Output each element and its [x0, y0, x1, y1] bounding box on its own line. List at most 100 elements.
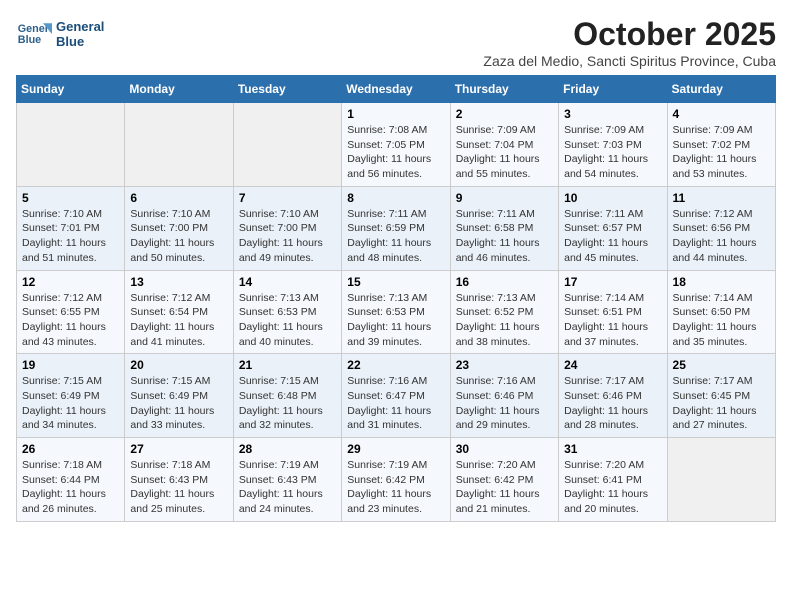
day-info: Sunrise: 7:19 AM Sunset: 6:43 PM Dayligh…: [239, 458, 336, 517]
day-number: 31: [564, 442, 661, 456]
day-info: Sunrise: 7:13 AM Sunset: 6:52 PM Dayligh…: [456, 291, 553, 350]
calendar-cell: 5 Sunrise: 7:10 AM Sunset: 7:01 PM Daylig…: [17, 186, 125, 270]
calendar-cell: 18 Sunrise: 7:14 AM Sunset: 6:50 PM Dayli…: [667, 270, 775, 354]
weekday-header-sunday: Sunday: [17, 76, 125, 103]
logo-text-blue: Blue: [56, 34, 84, 49]
calendar-cell: 27 Sunrise: 7:18 AM Sunset: 6:43 PM Dayli…: [125, 438, 233, 522]
day-number: 9: [456, 191, 553, 205]
calendar-cell: 1 Sunrise: 7:08 AM Sunset: 7:05 PM Daylig…: [342, 103, 450, 187]
day-number: 1: [347, 107, 444, 121]
day-info: Sunrise: 7:11 AM Sunset: 6:58 PM Dayligh…: [456, 207, 553, 266]
calendar-cell: [233, 103, 341, 187]
day-number: 5: [22, 191, 119, 205]
day-info: Sunrise: 7:17 AM Sunset: 6:45 PM Dayligh…: [673, 374, 770, 433]
header: General Blue General Blue October 2025 Z…: [16, 16, 776, 69]
day-info: Sunrise: 7:17 AM Sunset: 6:46 PM Dayligh…: [564, 374, 661, 433]
day-info: Sunrise: 7:12 AM Sunset: 6:55 PM Dayligh…: [22, 291, 119, 350]
calendar-cell: 12 Sunrise: 7:12 AM Sunset: 6:55 PM Dayli…: [17, 270, 125, 354]
calendar-table: SundayMondayTuesdayWednesdayThursdayFrid…: [16, 75, 776, 522]
title-area: October 2025 Zaza del Medio, Sancti Spir…: [483, 16, 776, 69]
day-info: Sunrise: 7:09 AM Sunset: 7:02 PM Dayligh…: [673, 123, 770, 182]
calendar-cell: 21Sunrise: 7:15 AM Sunset: 6:48 PM Dayli…: [233, 354, 341, 438]
month-title: October 2025: [483, 16, 776, 53]
calendar-cell: 10Sunrise: 7:11 AM Sunset: 6:57 PM Dayli…: [559, 186, 667, 270]
weekday-header-wednesday: Wednesday: [342, 76, 450, 103]
calendar-cell: 23Sunrise: 7:16 AM Sunset: 6:46 PM Dayli…: [450, 354, 558, 438]
week-row-1: 1 Sunrise: 7:08 AM Sunset: 7:05 PM Daylig…: [17, 103, 776, 187]
day-number: 22: [347, 358, 444, 372]
day-number: 17: [564, 275, 661, 289]
calendar-cell: 8 Sunrise: 7:11 AM Sunset: 6:59 PM Daylig…: [342, 186, 450, 270]
calendar-cell: 25Sunrise: 7:17 AM Sunset: 6:45 PM Dayli…: [667, 354, 775, 438]
calendar-header: SundayMondayTuesdayWednesdayThursdayFrid…: [17, 76, 776, 103]
weekday-header-row: SundayMondayTuesdayWednesdayThursdayFrid…: [17, 76, 776, 103]
calendar-cell: 2Sunrise: 7:09 AM Sunset: 7:04 PM Daylig…: [450, 103, 558, 187]
day-number: 13: [130, 275, 227, 289]
day-number: 6: [130, 191, 227, 205]
calendar-cell: 31 Sunrise: 7:20 AM Sunset: 6:41 PM Dayli…: [559, 438, 667, 522]
day-info: Sunrise: 7:09 AM Sunset: 7:03 PM Dayligh…: [564, 123, 661, 182]
day-number: 30: [456, 442, 553, 456]
day-info: Sunrise: 7:12 AM Sunset: 6:56 PM Dayligh…: [673, 207, 770, 266]
day-info: Sunrise: 7:12 AM Sunset: 6:54 PM Dayligh…: [130, 291, 227, 350]
day-number: 15: [347, 275, 444, 289]
day-number: 20: [130, 358, 227, 372]
calendar-cell: 3Sunrise: 7:09 AM Sunset: 7:03 PM Daylig…: [559, 103, 667, 187]
calendar-cell: 20 Sunrise: 7:15 AM Sunset: 6:49 PM Dayli…: [125, 354, 233, 438]
day-info: Sunrise: 7:11 AM Sunset: 6:57 PM Dayligh…: [564, 207, 661, 266]
weekday-header-monday: Monday: [125, 76, 233, 103]
day-number: 18: [673, 275, 770, 289]
day-number: 14: [239, 275, 336, 289]
day-number: 12: [22, 275, 119, 289]
day-info: Sunrise: 7:08 AM Sunset: 7:05 PM Dayligh…: [347, 123, 444, 182]
day-info: Sunrise: 7:14 AM Sunset: 6:50 PM Dayligh…: [673, 291, 770, 350]
day-info: Sunrise: 7:18 AM Sunset: 6:44 PM Dayligh…: [22, 458, 119, 517]
calendar-cell: 22 Sunrise: 7:16 AM Sunset: 6:47 PM Dayli…: [342, 354, 450, 438]
logo-text-general: General: [56, 19, 104, 34]
calendar-cell: 15 Sunrise: 7:13 AM Sunset: 6:53 PM Dayli…: [342, 270, 450, 354]
day-info: Sunrise: 7:10 AM Sunset: 7:01 PM Dayligh…: [22, 207, 119, 266]
day-number: 26: [22, 442, 119, 456]
calendar-cell: 13 Sunrise: 7:12 AM Sunset: 6:54 PM Dayli…: [125, 270, 233, 354]
svg-text:Blue: Blue: [18, 34, 41, 46]
logo-icon: General Blue: [16, 16, 52, 52]
calendar-cell: 6 Sunrise: 7:10 AM Sunset: 7:00 PM Daylig…: [125, 186, 233, 270]
calendar-cell: [125, 103, 233, 187]
day-info: Sunrise: 7:20 AM Sunset: 6:42 PM Dayligh…: [456, 458, 553, 517]
logo: General Blue General Blue: [16, 16, 104, 52]
day-info: Sunrise: 7:13 AM Sunset: 6:53 PM Dayligh…: [347, 291, 444, 350]
weekday-header-tuesday: Tuesday: [233, 76, 341, 103]
calendar-cell: 14 Sunrise: 7:13 AM Sunset: 6:53 PM Dayli…: [233, 270, 341, 354]
calendar-body: 1 Sunrise: 7:08 AM Sunset: 7:05 PM Daylig…: [17, 103, 776, 522]
weekday-header-saturday: Saturday: [667, 76, 775, 103]
day-info: Sunrise: 7:10 AM Sunset: 7:00 PM Dayligh…: [130, 207, 227, 266]
day-info: Sunrise: 7:14 AM Sunset: 6:51 PM Dayligh…: [564, 291, 661, 350]
calendar-cell: 17 Sunrise: 7:14 AM Sunset: 6:51 PM Dayli…: [559, 270, 667, 354]
day-number: 27: [130, 442, 227, 456]
day-number: 24: [564, 358, 661, 372]
day-info: Sunrise: 7:13 AM Sunset: 6:53 PM Dayligh…: [239, 291, 336, 350]
day-number: 7: [239, 191, 336, 205]
day-number: 29: [347, 442, 444, 456]
day-info: Sunrise: 7:20 AM Sunset: 6:41 PM Dayligh…: [564, 458, 661, 517]
day-number: 11: [673, 191, 770, 205]
calendar-cell: 4Sunrise: 7:09 AM Sunset: 7:02 PM Daylig…: [667, 103, 775, 187]
week-row-5: 26 Sunrise: 7:18 AM Sunset: 6:44 PM Dayli…: [17, 438, 776, 522]
week-row-3: 12 Sunrise: 7:12 AM Sunset: 6:55 PM Dayli…: [17, 270, 776, 354]
day-info: Sunrise: 7:11 AM Sunset: 6:59 PM Dayligh…: [347, 207, 444, 266]
day-info: Sunrise: 7:15 AM Sunset: 6:49 PM Dayligh…: [22, 374, 119, 433]
calendar-cell: 9 Sunrise: 7:11 AM Sunset: 6:58 PM Daylig…: [450, 186, 558, 270]
day-info: Sunrise: 7:16 AM Sunset: 6:47 PM Dayligh…: [347, 374, 444, 433]
day-number: 19: [22, 358, 119, 372]
day-info: Sunrise: 7:15 AM Sunset: 6:49 PM Dayligh…: [130, 374, 227, 433]
calendar-cell: 11 Sunrise: 7:12 AM Sunset: 6:56 PM Dayli…: [667, 186, 775, 270]
day-number: 8: [347, 191, 444, 205]
day-number: 23: [456, 358, 553, 372]
calendar-cell: 19 Sunrise: 7:15 AM Sunset: 6:49 PM Dayli…: [17, 354, 125, 438]
day-info: Sunrise: 7:18 AM Sunset: 6:43 PM Dayligh…: [130, 458, 227, 517]
calendar-cell: [667, 438, 775, 522]
calendar-cell: 29Sunrise: 7:19 AM Sunset: 6:42 PM Dayli…: [342, 438, 450, 522]
day-number: 21: [239, 358, 336, 372]
calendar-cell: 28Sunrise: 7:19 AM Sunset: 6:43 PM Dayli…: [233, 438, 341, 522]
day-number: 16: [456, 275, 553, 289]
